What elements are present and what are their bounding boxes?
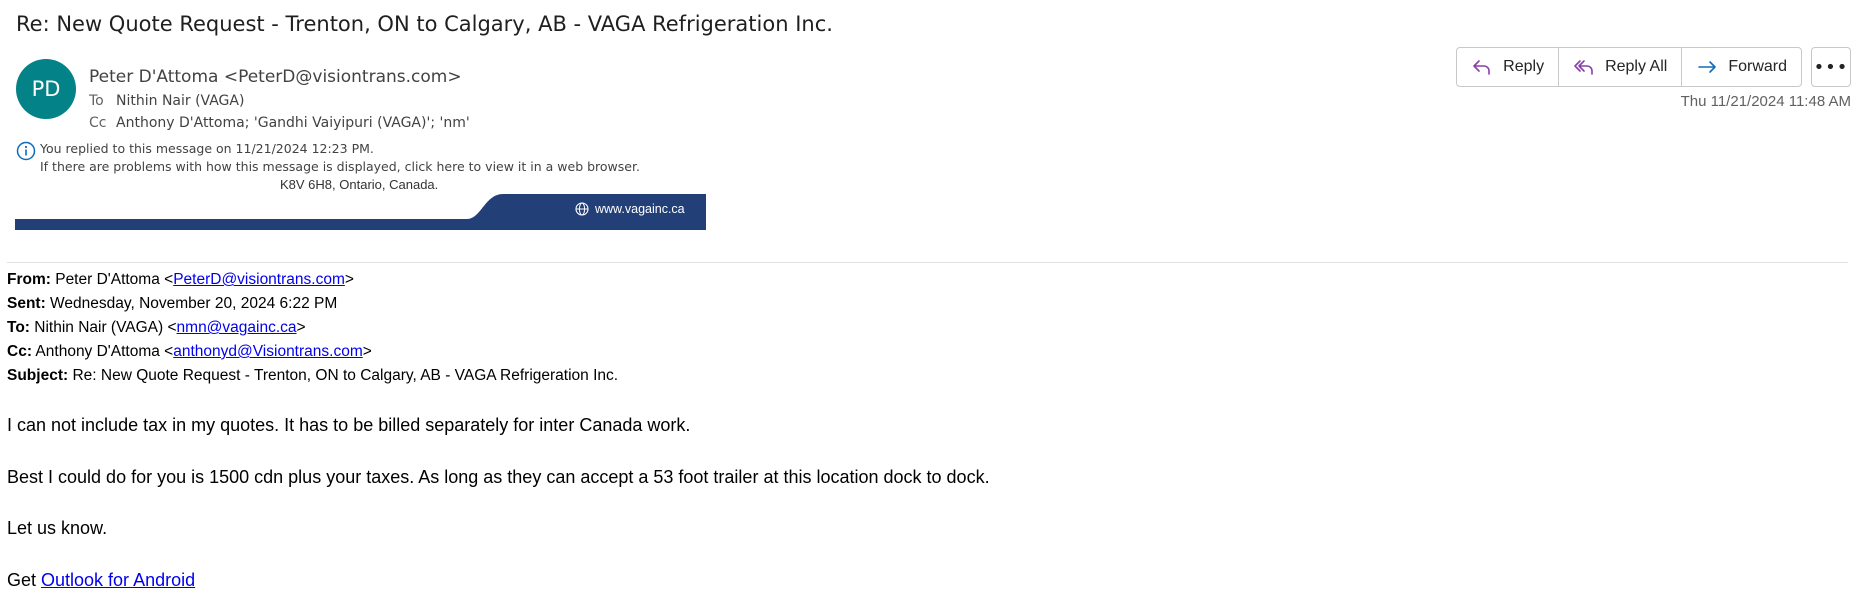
signature-prefix: Get — [7, 570, 42, 590]
outlook-signature: Get Outlook for Android — [7, 570, 195, 591]
message-actions-toolbar: Reply Reply All Forward — [1456, 47, 1802, 87]
forward-button[interactable]: Forward — [1682, 48, 1801, 86]
to-close: > — [296, 319, 306, 336]
more-actions-button[interactable]: ••• — [1811, 47, 1851, 87]
quoted-subject-value: Re: New Quote Request - Trenton, ON to C… — [68, 367, 619, 384]
cc-email-link[interactable]: anthonyd@Visiontrans.com — [173, 343, 363, 360]
forward-icon — [1698, 61, 1717, 73]
info-bar[interactable]: You replied to this message on 11/21/202… — [16, 140, 640, 176]
reply-button[interactable]: Reply — [1457, 48, 1560, 86]
reply-icon — [1473, 60, 1490, 75]
cc-recipients: Cc Anthony D'Attoma; 'Gandhi Vaiyipuri (V… — [89, 115, 470, 131]
outlook-android-link[interactable]: Outlook for Android — [41, 570, 195, 590]
body-paragraph: I can not include tax in my quotes. It h… — [7, 415, 691, 435]
globe-icon — [575, 202, 589, 216]
reply-label: Reply — [1503, 58, 1545, 75]
cc-recipient-list[interactable]: Anthony D'Attoma; 'Gandhi Vaiyipuri (VAG… — [116, 115, 470, 131]
from-name: Peter D'Attoma < — [50, 271, 174, 288]
info-icon — [16, 141, 36, 161]
body-paragraph: Let us know. — [7, 518, 108, 538]
website-text: www.vagainc.ca — [595, 202, 685, 216]
quoted-subject-label: Subject: — [7, 367, 69, 384]
cc-label: Cc — [89, 115, 107, 131]
sent-value: Wednesday, November 20, 2024 6:22 PM — [45, 295, 338, 312]
sender-name[interactable]: Peter D'Attoma <PeterD@visiontrans.com> — [89, 67, 462, 87]
sender-avatar[interactable]: PD — [16, 59, 76, 119]
quoted-from-line: From: Peter D'Attoma <PeterD@visiontrans… — [7, 271, 354, 289]
from-label: From: — [7, 271, 51, 288]
quoted-cc-label: Cc: — [7, 343, 32, 360]
from-email-link[interactable]: PeterD@visiontrans.com — [173, 271, 345, 288]
from-close: > — [344, 271, 354, 288]
quoted-to-label: To: — [7, 319, 30, 336]
banner-website[interactable]: www.vagainc.ca — [575, 202, 685, 216]
quoted-subject-line: Subject: Re: New Quote Request - Trenton… — [7, 367, 618, 385]
replied-notice: You replied to this message on 11/21/202… — [40, 141, 374, 156]
message-date: Thu 11/21/2024 11:48 AM — [1680, 93, 1851, 110]
signature-banner: K8V 6H8, Ontario, Canada. www.vagainc.ca — [15, 175, 706, 230]
cc-close: > — [362, 343, 372, 360]
to-recipient-list[interactable]: Nithin Nair (VAGA) — [116, 93, 244, 109]
quoted-to-name: Nithin Nair (VAGA) < — [29, 319, 177, 336]
quoted-cc-name: Anthony D'Attoma < — [31, 343, 174, 360]
display-problem-link[interactable]: If there are problems with how this mess… — [40, 158, 640, 176]
message-subject: Re: New Quote Request - Trenton, ON to C… — [16, 12, 833, 36]
to-recipients: To Nithin Nair (VAGA) — [89, 93, 244, 109]
forward-label: Forward — [1728, 58, 1787, 75]
body-paragraph: Best I could do for you is 1500 cdn plus… — [7, 467, 990, 487]
reply-all-button[interactable]: Reply All — [1559, 48, 1683, 86]
header-divider — [7, 262, 1848, 263]
reply-all-icon — [1574, 60, 1593, 75]
to-email-link[interactable]: nmn@vagainc.ca — [177, 319, 297, 336]
sent-label: Sent: — [7, 295, 46, 312]
to-label: To — [89, 93, 104, 109]
quoted-sent-line: Sent: Wednesday, November 20, 2024 6:22 … — [7, 295, 337, 313]
reply-all-label: Reply All — [1605, 58, 1668, 75]
quoted-cc-line: Cc: Anthony D'Attoma <anthonyd@Visiontra… — [7, 343, 372, 361]
quoted-to-line: To: Nithin Nair (VAGA) <nmn@vagainc.ca> — [7, 319, 306, 337]
